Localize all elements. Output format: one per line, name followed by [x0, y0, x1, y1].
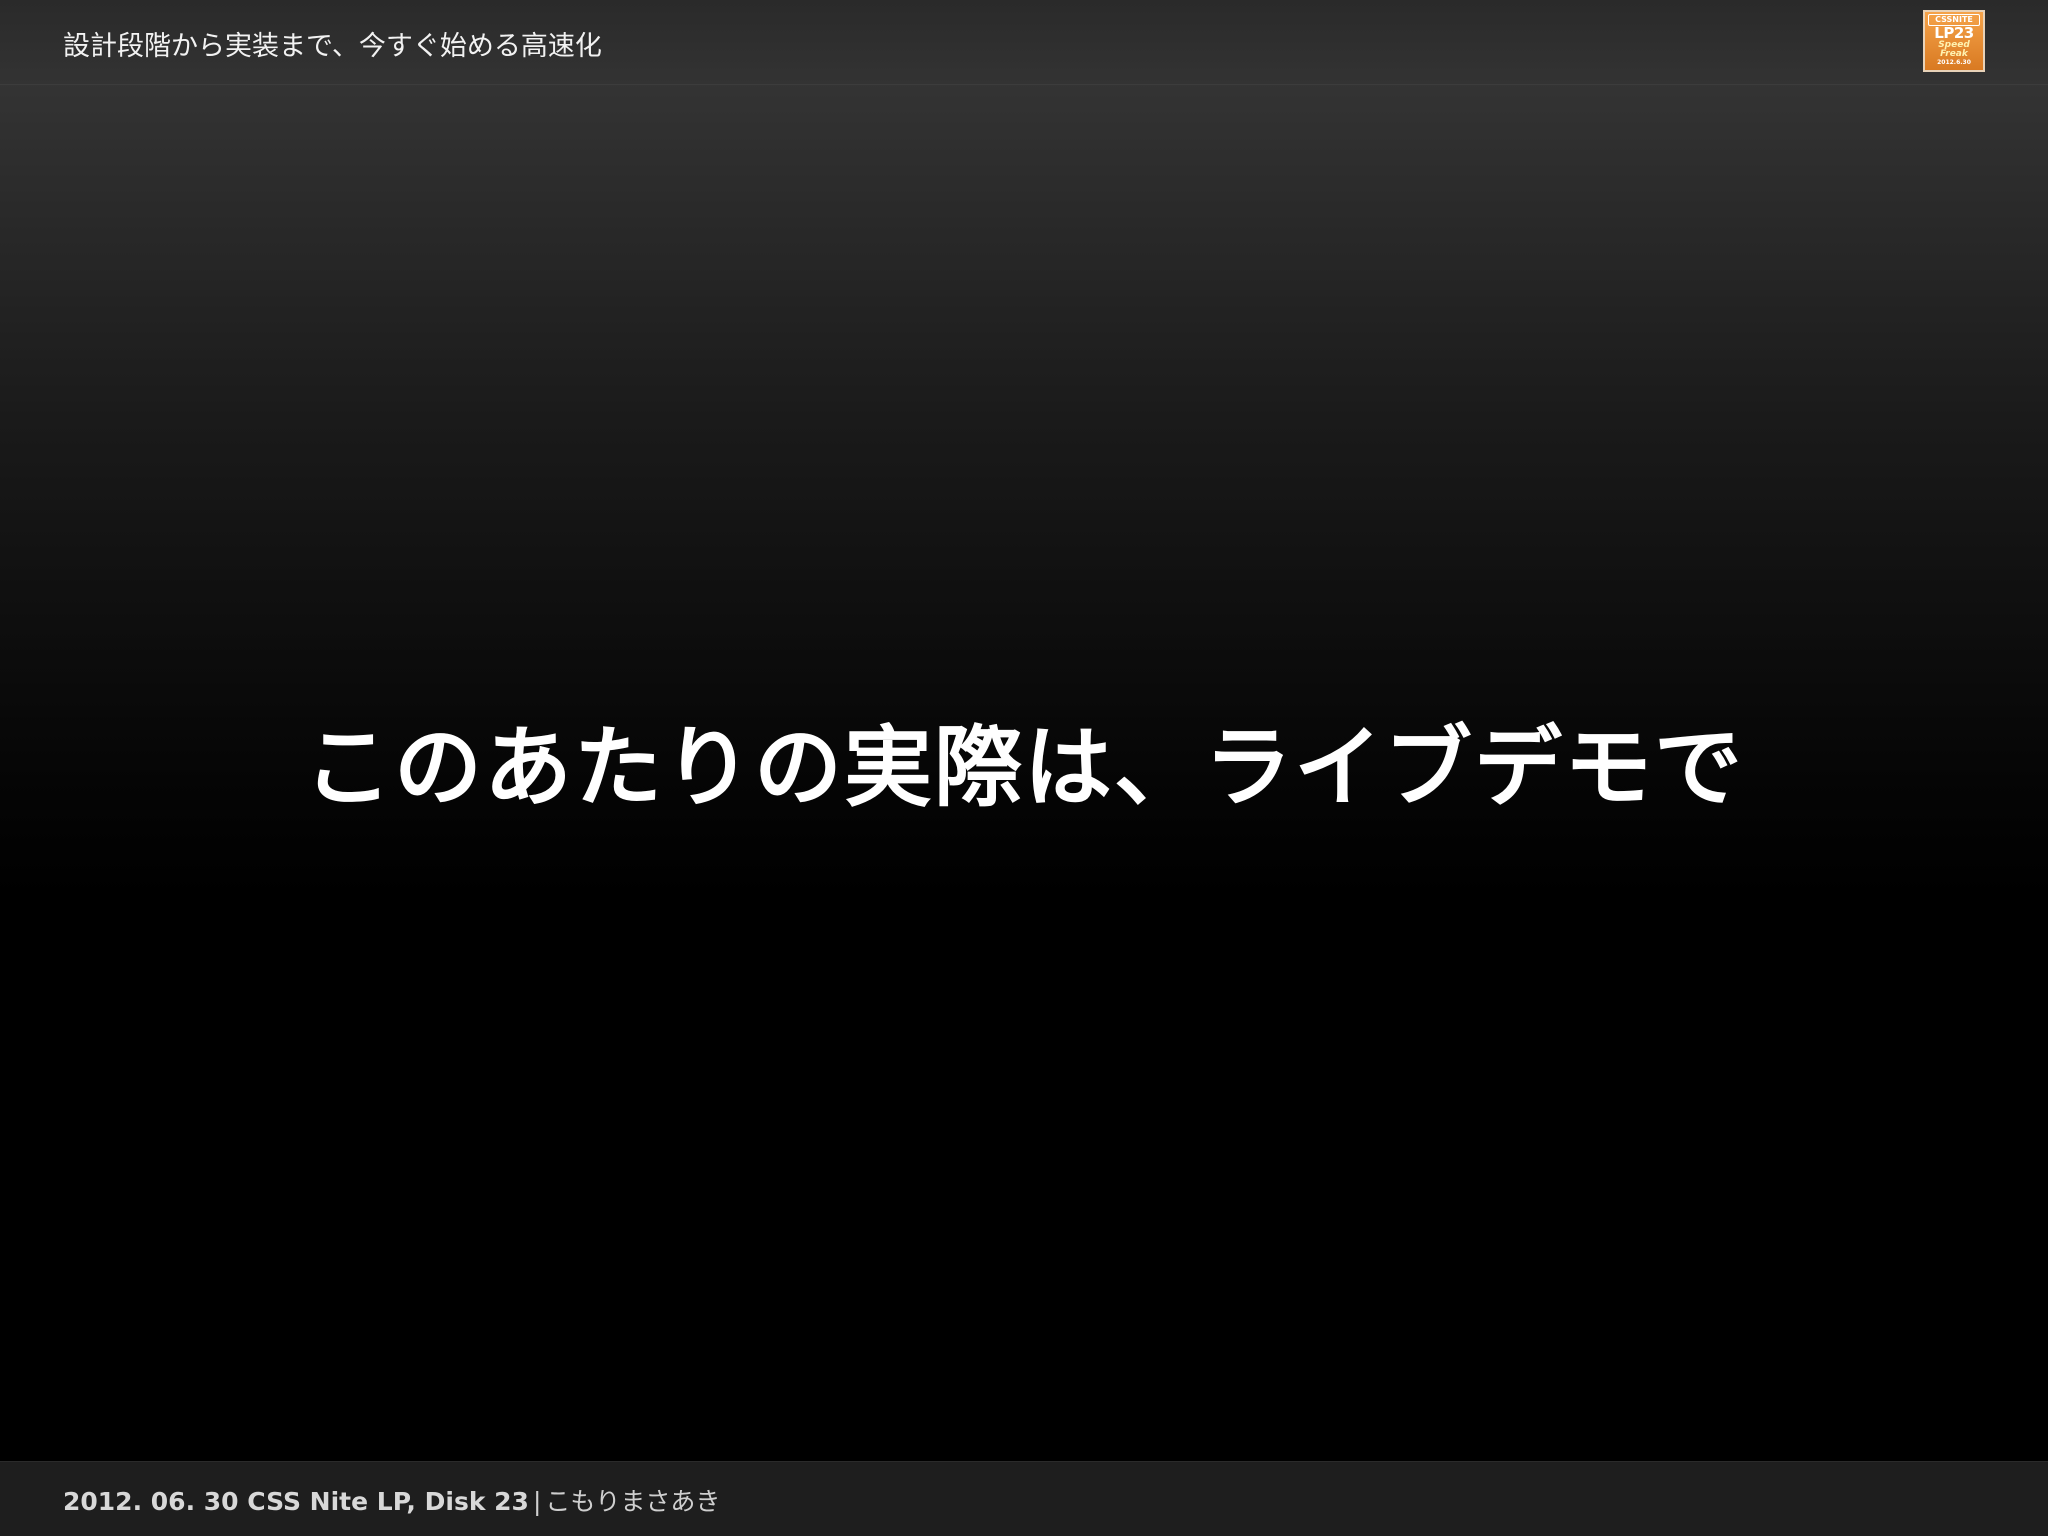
logo-text-edition: LP23: [1934, 24, 1974, 42]
footer-author: こもりまさあき: [545, 1487, 721, 1516]
slide-header: 設計段階から実装まで、今すぐ始める高速化 CSSNITE LP23 Speed …: [0, 0, 2048, 85]
slide-footer: 2012. 06. 30 CSS Nite LP, Disk 23 | こもりまさあ…: [0, 1461, 2048, 1536]
footer-credit: 2012. 06. 30 CSS Nite LP, Disk 23 | こもりまさあ…: [63, 1482, 720, 1518]
logo-text-freak: Freak: [1940, 49, 1968, 59]
footer-separator: |: [532, 1487, 542, 1516]
event-logo: CSSNITE LP23 Speed Freak 2012.6.30: [1923, 10, 1985, 72]
footer-event: 2012. 06. 30 CSS Nite LP, Disk 23: [63, 1487, 529, 1516]
slide-main-message: このあたりの実際は、ライブデモで: [303, 715, 1744, 819]
presentation-title: 設計段階から実装まで、今すぐ始める高速化: [63, 31, 602, 62]
slide: 設計段階から実装まで、今すぐ始める高速化 CSSNITE LP23 Speed …: [0, 0, 2048, 1536]
logo-text-date: 2012.6.30: [1937, 59, 1971, 66]
